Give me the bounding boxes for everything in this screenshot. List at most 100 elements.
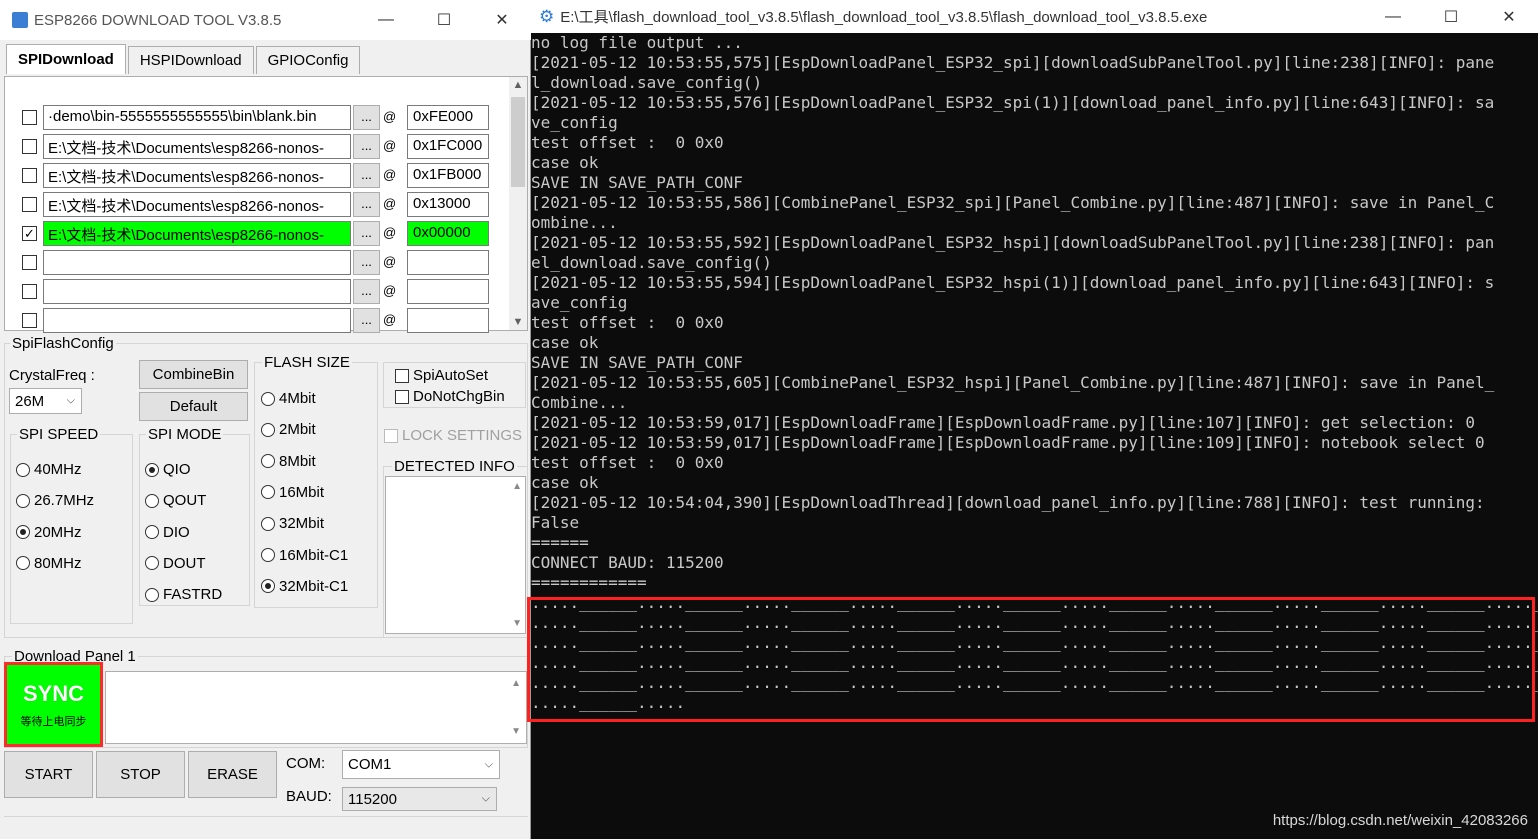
chevron-down-icon: ⌵ bbox=[481, 792, 490, 805]
browse-button[interactable]: ... bbox=[353, 163, 380, 188]
file-enable-checkbox[interactable] bbox=[22, 168, 37, 183]
crystal-freq-select[interactable]: 26M ⌵ bbox=[9, 388, 82, 414]
default-button[interactable]: Default bbox=[139, 392, 248, 421]
browse-button[interactable]: ... bbox=[353, 134, 380, 159]
close-icon[interactable]: ✕ bbox=[473, 0, 531, 40]
offset-input[interactable] bbox=[407, 250, 489, 275]
browse-button[interactable]: ... bbox=[353, 105, 380, 130]
lock-settings-label: LOCK SETTINGS bbox=[402, 427, 523, 444]
file-enable-checkbox[interactable] bbox=[22, 139, 37, 154]
file-enable-checkbox[interactable] bbox=[22, 255, 37, 270]
spi-speed-radio[interactable]: 40MHz bbox=[16, 461, 82, 478]
tab-gpioconfig[interactable]: GPIOConfig bbox=[255, 46, 361, 74]
file-path-input[interactable] bbox=[43, 308, 351, 333]
scroll-down-icon[interactable]: ▼ bbox=[511, 726, 521, 737]
start-button[interactable]: START bbox=[4, 751, 93, 798]
console-line: l_download.save_config() bbox=[531, 73, 763, 92]
offset-input[interactable]: 0x00000 bbox=[407, 221, 489, 246]
browse-button[interactable]: ... bbox=[353, 250, 380, 275]
detected-info-label: DETECTED INFO bbox=[392, 458, 517, 475]
spi-mode-radio-label: DIO bbox=[163, 523, 190, 541]
offset-input[interactable]: 0xFE000 bbox=[407, 105, 489, 130]
spi-mode-radio-label: QOUT bbox=[163, 492, 207, 510]
offset-input[interactable]: 0x1FC000 bbox=[407, 134, 489, 159]
browse-button[interactable]: ... bbox=[353, 308, 380, 333]
offset-input[interactable]: 0x1FB000 bbox=[407, 163, 489, 188]
minimize-icon[interactable]: — bbox=[357, 0, 415, 40]
file-list-scrollbar[interactable]: ▲ ▼ bbox=[509, 77, 527, 330]
console-line: [2021-05-12 10:53:55,594][EspDownloadPan… bbox=[531, 273, 1495, 292]
offset-input[interactable] bbox=[407, 308, 489, 333]
file-path-input[interactable]: E:\文档-技术\Documents\esp8266-nonos- bbox=[43, 134, 351, 159]
file-enable-checkbox[interactable] bbox=[22, 313, 37, 328]
file-enable-checkbox[interactable] bbox=[22, 197, 37, 212]
maximize-icon[interactable]: ☐ bbox=[1422, 0, 1480, 33]
crystal-freq-label: CrystalFreq : bbox=[9, 367, 95, 384]
spi-mode-radio[interactable]: QIO bbox=[145, 461, 191, 478]
file-enable-checkbox[interactable] bbox=[22, 284, 37, 299]
console-line: ve_config bbox=[531, 113, 618, 132]
flash-size-radio-label: 32Mbit-C1 bbox=[279, 577, 349, 595]
console-line: case ok bbox=[531, 153, 599, 172]
combine-bin-button[interactable]: CombineBin bbox=[139, 360, 248, 389]
file-path-input[interactable]: E:\文档-技术\Documents\esp8266-nonos- bbox=[43, 192, 351, 217]
stop-button[interactable]: STOP bbox=[96, 751, 185, 798]
browse-button[interactable]: ... bbox=[353, 192, 380, 217]
watermark: https://blog.csdn.net/weixin_42083266 bbox=[1272, 812, 1528, 829]
com-port-select[interactable]: COM1 ⌵ bbox=[342, 750, 500, 779]
spi-speed-radio[interactable]: 20MHz bbox=[16, 524, 82, 541]
scroll-up-icon[interactable]: ▲ bbox=[511, 678, 521, 689]
flash-size-radio[interactable]: 2Mbit bbox=[261, 421, 316, 438]
console-line: SAVE IN SAVE_PATH_CONF bbox=[531, 353, 743, 372]
spi-speed-radio[interactable]: 26.7MHz bbox=[16, 492, 94, 509]
flash-size-radio[interactable]: 16Mbit bbox=[261, 484, 324, 501]
file-path-input[interactable] bbox=[43, 250, 351, 275]
spi-mode-radio[interactable]: DOUT bbox=[145, 555, 206, 572]
spi-mode-radio[interactable]: DIO bbox=[145, 524, 190, 541]
browse-button[interactable]: ... bbox=[353, 221, 380, 246]
console-line: [2021-05-12 10:53:59,017][EspDownloadFra… bbox=[531, 433, 1485, 452]
browse-button[interactable]: ... bbox=[353, 279, 380, 304]
file-enable-checkbox[interactable] bbox=[22, 110, 37, 125]
flash-size-radio[interactable]: 8Mbit bbox=[261, 453, 316, 470]
offset-input[interactable]: 0x13000 bbox=[407, 192, 489, 217]
at-label: @ bbox=[383, 167, 397, 182]
flash-size-radio[interactable]: 16Mbit-C1 bbox=[261, 547, 348, 564]
spi-mode-group bbox=[139, 434, 250, 606]
file-path-input[interactable]: E:\文档-技术\Documents\esp8266-nonos- bbox=[43, 221, 351, 246]
scroll-up-icon[interactable]: ▲ bbox=[512, 481, 522, 492]
flash-size-radio[interactable]: 4Mbit bbox=[261, 390, 316, 407]
tab-spidownload[interactable]: SPIDownload bbox=[6, 44, 126, 74]
console-line: SAVE IN SAVE_PATH_CONF bbox=[531, 173, 743, 192]
at-label: @ bbox=[383, 283, 397, 298]
flash-size-radio-label: 4Mbit bbox=[279, 390, 316, 407]
close-icon[interactable]: ✕ bbox=[1480, 0, 1538, 33]
flash-size-radio[interactable]: 32Mbit-C1 bbox=[261, 578, 348, 595]
erase-button[interactable]: ERASE bbox=[188, 751, 277, 798]
scroll-up-icon[interactable]: ▲ bbox=[509, 79, 527, 91]
do-not-chg-bin-checkbox[interactable]: DoNotChgBin bbox=[395, 388, 505, 405]
console-line: ombine... bbox=[531, 213, 618, 232]
tab-hspidownload[interactable]: HSPIDownload bbox=[127, 46, 254, 74]
flash-size-radio[interactable]: 32Mbit bbox=[261, 515, 324, 532]
spi-mode-radio[interactable]: FASTRD bbox=[145, 586, 222, 603]
file-path-input[interactable] bbox=[43, 279, 351, 304]
file-path-input[interactable]: ·demo\bin-5555555555555\bin\blank.bin bbox=[43, 105, 351, 130]
spi-mode-label: SPI MODE bbox=[146, 426, 224, 443]
maximize-icon[interactable]: ☐ bbox=[415, 0, 473, 40]
scroll-down-icon[interactable]: ▼ bbox=[512, 618, 522, 629]
at-label: @ bbox=[383, 109, 397, 124]
lock-settings-checkbox[interactable]: LOCK SETTINGS bbox=[384, 427, 522, 444]
baud-rate-select[interactable]: 115200 ⌵ bbox=[342, 787, 497, 811]
minimize-icon[interactable]: — bbox=[1364, 0, 1422, 33]
file-enable-checkbox[interactable]: ✓ bbox=[22, 226, 37, 241]
spi-flash-config-label: SpiFlashConfig bbox=[10, 335, 116, 352]
offset-input[interactable] bbox=[407, 279, 489, 304]
scroll-thumb[interactable] bbox=[511, 97, 525, 187]
file-path-input[interactable]: E:\文档-技术\Documents\esp8266-nonos- bbox=[43, 163, 351, 188]
spi-mode-radio[interactable]: QOUT bbox=[145, 492, 206, 509]
scroll-down-icon[interactable]: ▼ bbox=[509, 316, 527, 328]
console-line: [2021-05-12 10:53:59,017][EspDownloadFra… bbox=[531, 413, 1476, 432]
spi-speed-radio[interactable]: 80MHz bbox=[16, 555, 82, 572]
spi-auto-set-checkbox[interactable]: SpiAutoSet bbox=[395, 367, 488, 384]
